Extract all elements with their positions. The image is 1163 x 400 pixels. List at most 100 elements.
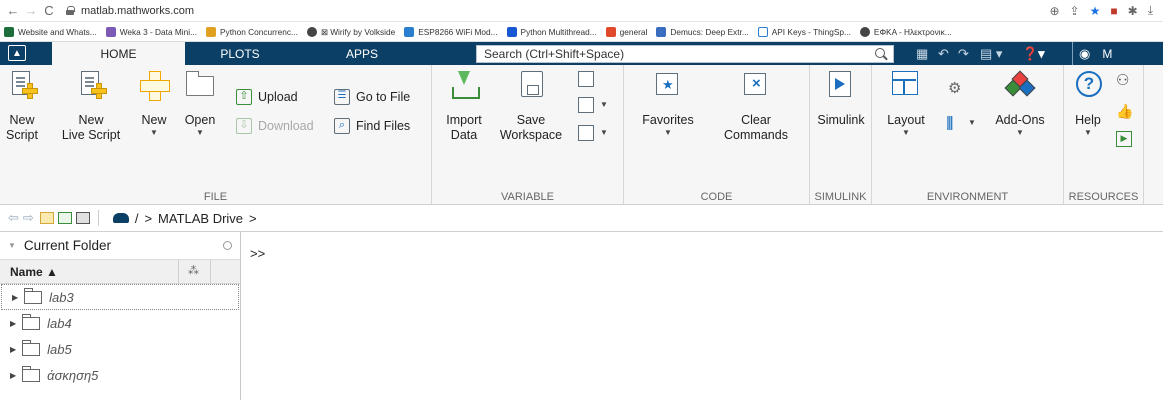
zoom-icon[interactable]: ⊕ [1049,4,1059,18]
folder-name: lab5 [47,341,72,357]
open-label: Open [184,113,216,127]
collapse-triangle-icon[interactable]: ▼ [8,241,16,250]
extensions-puzzle-icon[interactable]: ✱ [1128,4,1138,18]
bookmark-item[interactable]: ⊠ Wirify by Volkside [306,26,395,37]
open-button[interactable]: Open ▼ [182,71,218,138]
url-field[interactable]: matlab.mathworks.com [66,5,194,17]
chevron-down-icon: ▼ [150,128,158,137]
bookmark-star-icon[interactable]: ★ [1090,4,1101,18]
tab-plots[interactable]: PLOTS [200,42,280,65]
resources-section-label: RESOURCES [1068,191,1139,203]
help-quick-icon[interactable]: ❓▾ [1022,42,1045,65]
bookmark-item[interactable]: Python Concurrenc... [206,26,298,37]
share-icon[interactable]: ⇪ [1070,4,1080,18]
expand-icon[interactable]: ▶ [10,345,16,354]
add-ons-button[interactable]: Add-Ons ▼ [990,70,1050,138]
request-support-button[interactable]: 👍 [1116,103,1138,119]
preferences-button[interactable]: ⚙ [948,81,970,97]
redo-icon[interactable]: ↷ [958,42,969,65]
folder-row[interactable]: ▶ lab4 [0,310,240,336]
new-variable-button[interactable] [578,71,600,87]
import-data-button[interactable]: Import Data [442,71,486,143]
new-live-script-icon [77,71,107,99]
find-files-button[interactable]: ⌕ Find Files [334,118,410,134]
add-ons-label: Add-Ons [995,113,1045,127]
bookmark-item[interactable]: ESP8266 WiFi Mod... [404,26,498,37]
path-matlab-drive[interactable]: MATLAB Drive [158,211,243,226]
browser-address-bar: ← → C matlab.mathworks.com ⊕ ⇪ ★ ■ ✱ ⤓ [0,0,1163,22]
clear-workspace-button[interactable]: ▼ [578,125,608,141]
tab-home[interactable]: HOME [52,42,185,66]
toolstrip-tab-bar: ▲ HOME PLOTS APPS Search (Ctrl+Shift+Spa… [0,42,1163,66]
git-branch-icon[interactable]: ⁂ [188,264,199,277]
find-files-label: Find Files [356,119,411,133]
expand-icon[interactable]: ▶ [12,293,18,302]
download-label: Download [258,119,314,133]
extension-icon[interactable]: ■ [1110,4,1117,18]
back-arrow-icon[interactable]: ⇦ [8,210,19,226]
simulink-button[interactable]: Simulink [814,71,868,128]
user-menu[interactable]: ◉ M [1072,42,1112,65]
reload-icon[interactable]: C [40,2,58,20]
forward-icon[interactable]: → [22,2,40,20]
tab-apps[interactable]: APPS [322,42,402,65]
bookmark-item[interactable]: Website and Whats... [4,26,97,37]
learn-play-icon: ▶ [1116,131,1132,147]
bookmark-item[interactable]: API Keys - ThingSp... [757,26,851,37]
save-workspace-button[interactable]: Save Workspace [496,71,566,143]
open-folder-icon[interactable] [75,212,90,224]
path-root[interactable]: / [135,211,139,226]
bookmark-item[interactable]: general [605,26,647,37]
column-divider[interactable] [210,260,211,284]
go-to-file-button[interactable]: ☰ Go to File [334,89,410,105]
panel-options-icon[interactable] [223,241,232,250]
download-button[interactable]: ⇩ Download [236,118,314,134]
chevron-down-icon: ▼ [1016,128,1024,137]
folder-row[interactable]: ▶ άσκηση5 [0,362,240,388]
parallel-button[interactable]: ||| ▼ [946,115,976,131]
folder-row[interactable]: ▶ lab5 [0,336,240,362]
open-variable-button[interactable]: ▼ [578,97,608,113]
browser-actions: ⊕ ⇪ ★ ■ ✱ ⤓ [1049,3,1163,18]
clear-workspace-icon [578,125,594,141]
favorites-button[interactable]: Favorites ▼ [638,71,698,138]
bookmark-item[interactable]: Python Multithread... [506,26,597,37]
new-script-icon [8,71,38,99]
clear-commands-button[interactable]: Clear Commands [716,71,796,143]
upload-button[interactable]: ⇧ Upload [236,89,298,105]
variable-section: Import Data Save Workspace ▼ ▼ VARIABLE [432,65,624,205]
layout-button[interactable]: Layout ▼ [884,71,928,138]
community-button[interactable]: ⚇ [1116,73,1138,89]
matlab-logo-icon: ▲ [8,45,26,61]
name-column-header[interactable]: Name ▲ [10,265,58,279]
clear-commands-label-1: Clear [741,113,771,127]
new-script-button[interactable]: New Script [2,71,42,143]
command-window[interactable]: >> [242,232,1163,400]
expand-icon[interactable]: ▶ [10,371,16,380]
up-folder-icon[interactable] [39,212,54,224]
expand-icon[interactable]: ▶ [10,319,16,328]
folder-row[interactable]: ▶ lab3 [1,284,239,310]
layout-label: Layout [887,113,925,127]
new-button[interactable]: New ▼ [136,71,172,138]
upload-icon: ⇧ [236,89,252,105]
save-quick-icon[interactable]: ▦ [916,42,928,65]
download-icon[interactable]: ⤓ [1148,3,1153,18]
bookmark-favicon-icon [506,26,517,37]
folder-name: άσκηση5 [47,367,99,383]
undo-icon[interactable]: ↶ [938,42,949,65]
browse-folder-icon[interactable] [57,212,72,224]
column-divider[interactable] [178,260,179,284]
bookmark-item[interactable]: Weka 3 - Data Mini... [105,26,197,37]
search-input[interactable]: Search (Ctrl+Shift+Space) [476,45,894,63]
forward-arrow-icon[interactable]: ⇨ [23,210,34,226]
back-icon[interactable]: ← [4,2,22,20]
add-ons-cubes-icon [1004,70,1036,99]
layout-quick-icon[interactable]: ▤ ▾ [980,42,1002,65]
new-live-script-button[interactable]: New Live Script [56,71,126,143]
bookmark-favicon-icon [404,26,415,37]
help-button[interactable]: ? Help ▼ [1068,71,1108,138]
bookmark-item[interactable]: Demucs: Deep Extr... [656,26,749,37]
learn-matlab-button[interactable]: ▶ [1116,131,1138,147]
bookmark-item[interactable]: ΕΦΚΑ - Ηλεκτρονικ... [859,26,952,37]
